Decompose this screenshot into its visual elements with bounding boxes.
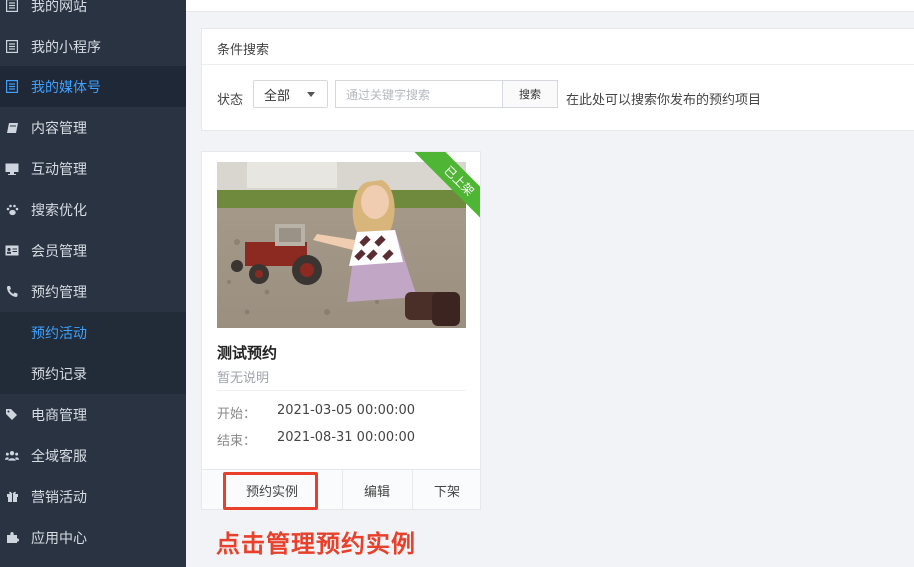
status-select[interactable]: 全部 (253, 80, 328, 108)
start-value: 2021-03-05 00:00:00 (277, 403, 416, 418)
sidebar-item-label: 我的小程序 (31, 39, 101, 56)
sidebar-item-content[interactable]: 内容管理 (0, 107, 186, 148)
sidebar-item-label: 互动管理 (31, 161, 87, 178)
search-panel: 条件搜索 状态 全部 通过关键字搜索 搜索 在此处可以搜索你发布的预约项目 (201, 28, 914, 131)
sidebar-item-my-miniprogram[interactable]: 我的小程序 (0, 26, 186, 67)
sidebar-item-label: 我的媒体号 (31, 79, 101, 96)
top-strip (186, 0, 914, 12)
list-icon (5, 0, 19, 13)
end-value: 2021-08-31 00:00:00 (277, 430, 416, 445)
list-icon (5, 80, 19, 94)
sidebar-item-label: 我的网站 (31, 0, 87, 15)
sidebar-item-label: 应用中心 (31, 530, 87, 547)
annotation-text: 点击管理预约实例 (216, 530, 416, 558)
sidebar-item-seo[interactable]: 搜索优化 (0, 189, 186, 230)
sidebar-item-reservation[interactable]: 预约管理 (0, 271, 186, 312)
search-hint: 在此处可以搜索你发布的预约项目 (566, 93, 762, 108)
sidebar-item-label: 预约活动 (31, 325, 87, 342)
sidebar-item-app-center[interactable]: 应用中心 (0, 517, 186, 558)
reservation-card: 已上架 测试预约 暂无说明 开始： 2021-03-05 00:00:00 结束… (201, 151, 481, 510)
tags-icon (5, 408, 19, 422)
sidebar-item-marketing[interactable]: 营销活动 (0, 476, 186, 517)
sidebar: 我的网站 我的小程序 我的媒体号 内容管理 互动管理 搜索优化 会员管理 预约管… (0, 0, 186, 567)
start-label: 开始： (217, 407, 257, 422)
status-label: 状态 (217, 93, 244, 108)
end-label: 结束： (217, 434, 257, 449)
search-button[interactable]: 搜索 (502, 80, 558, 108)
book-icon (5, 121, 19, 135)
divider (202, 64, 914, 65)
phone-icon (5, 285, 19, 299)
sidebar-item-reservation-activity[interactable]: 预约活动 (0, 312, 186, 353)
sidebar-item-label: 营销活动 (31, 489, 87, 506)
sidebar-item-interaction[interactable]: 互动管理 (0, 148, 186, 189)
panel-title: 条件搜索 (217, 43, 270, 58)
id-card-icon (5, 244, 19, 258)
sidebar-item-label: 搜索优化 (31, 202, 87, 219)
gift-icon (5, 490, 19, 504)
list-icon (5, 40, 19, 54)
sidebar-item-my-media[interactable]: 我的媒体号 (0, 66, 186, 107)
card-title: 测试预约 (217, 344, 278, 362)
sidebar-item-my-website[interactable]: 我的网站 (0, 0, 186, 26)
sidebar-item-ecommerce[interactable]: 电商管理 (0, 394, 186, 435)
edit-button[interactable]: 编辑 (342, 470, 412, 509)
sidebar-item-reservation-records[interactable]: 预约记录 (0, 353, 186, 394)
monitor-icon (5, 162, 19, 176)
divider (217, 390, 466, 391)
search-input[interactable]: 通过关键字搜索 (335, 80, 503, 108)
card-description: 暂无说明 (217, 371, 270, 386)
sidebar-item-label: 电商管理 (31, 407, 87, 424)
highlight-box (223, 472, 318, 510)
sidebar-item-members[interactable]: 会员管理 (0, 230, 186, 271)
paw-icon (5, 203, 19, 217)
status-ribbon: 已上架 (392, 152, 480, 242)
users-icon (5, 449, 19, 463)
sidebar-item-label: 全域客服 (31, 448, 87, 465)
status-select-value: 全部 (264, 88, 291, 104)
sidebar-item-customer-service[interactable]: 全域客服 (0, 435, 186, 476)
puzzle-icon (5, 531, 19, 545)
unlist-button[interactable]: 下架 (412, 470, 480, 509)
sidebar-item-label: 会员管理 (31, 243, 87, 260)
sidebar-item-label: 预约记录 (31, 366, 87, 383)
search-placeholder: 通过关键字搜索 (346, 87, 431, 102)
status-ribbon-label: 已上架 (412, 152, 480, 228)
sidebar-item-label: 预约管理 (31, 284, 87, 301)
sidebar-item-label: 内容管理 (31, 120, 87, 137)
caret-down-icon (307, 92, 315, 97)
